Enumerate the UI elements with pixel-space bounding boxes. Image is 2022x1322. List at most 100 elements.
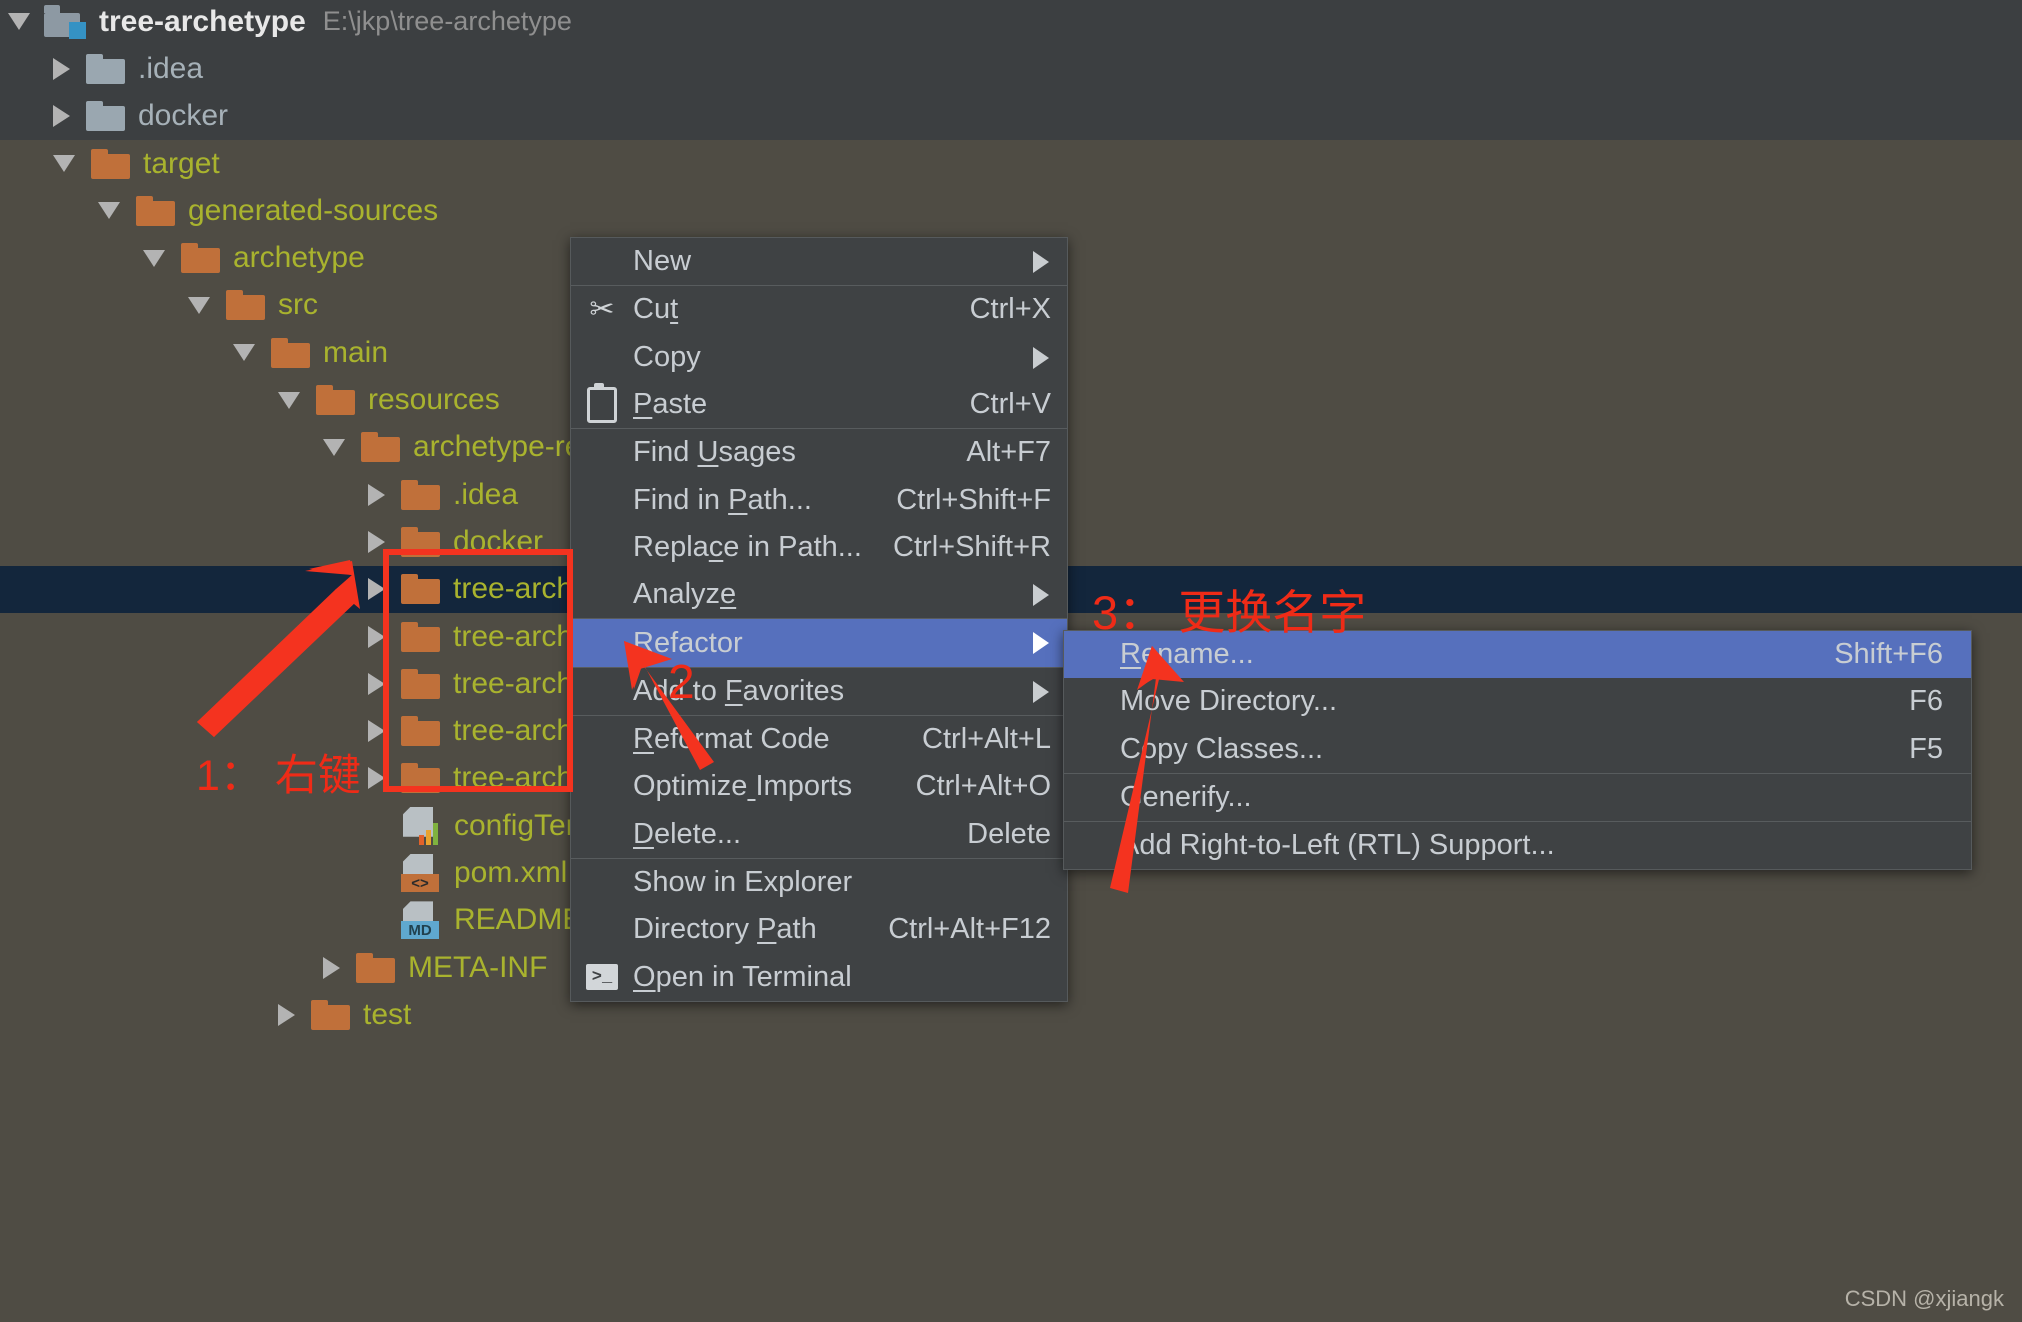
submenu-item[interactable]: Copy Classes... F5 bbox=[1064, 726, 1971, 773]
folder-icon bbox=[316, 385, 355, 416]
menu-icon-slot bbox=[571, 906, 633, 953]
menu-item-label: Add to Favorites bbox=[633, 674, 845, 707]
menu-item-label: Find Usages bbox=[633, 436, 796, 469]
tree-row[interactable]: target bbox=[0, 140, 2022, 187]
tree-row-root[interactable]: tree-archetype E:\jkp\tree-archetype bbox=[0, 0, 2022, 46]
expand-arrow-icon[interactable] bbox=[278, 1003, 295, 1026]
collapse-arrow-icon[interactable] bbox=[53, 155, 75, 173]
menu-icon-slot bbox=[571, 811, 633, 858]
menu-item[interactable]: Add to Favorites bbox=[571, 668, 1067, 715]
properties-file-icon bbox=[401, 806, 441, 845]
submenu-chevron-icon bbox=[1033, 680, 1049, 703]
expand-arrow-icon[interactable] bbox=[53, 105, 70, 128]
menu-item[interactable]: >_ Open in Terminal bbox=[571, 953, 1067, 1000]
menu-icon-slot bbox=[571, 429, 633, 476]
collapse-arrow-icon[interactable] bbox=[143, 249, 165, 267]
submenu-item-label: Rename... bbox=[1120, 638, 1254, 671]
menu-item[interactable]: Refactor bbox=[571, 619, 1067, 667]
terminal-icon: >_ bbox=[571, 953, 633, 1000]
menu-item-shortcut: Ctrl+Alt+F12 bbox=[888, 913, 1051, 946]
folder-icon bbox=[91, 148, 130, 179]
menu-item-label: Analyze bbox=[633, 578, 737, 611]
menu-item[interactable]: Find Usages Alt+F7 bbox=[571, 429, 1067, 476]
menu-item[interactable]: Paste Ctrl+V bbox=[571, 381, 1067, 428]
menu-item-shortcut: Alt+F7 bbox=[966, 436, 1051, 469]
submenu-item[interactable]: Add Right-to-Left (RTL) Support... bbox=[1064, 822, 1971, 869]
submenu-item-shortcut: F5 bbox=[1909, 732, 1943, 765]
refactor-submenu[interactable]: Rename... Shift+F6 Move Directory... F6 Copy… bbox=[1063, 630, 1972, 871]
menu-item[interactable]: Directory Path Ctrl+Alt+F12 bbox=[571, 906, 1067, 953]
menu-item-label: Paste bbox=[633, 388, 708, 421]
menu-item-label: Copy bbox=[633, 340, 701, 373]
collapse-arrow-icon[interactable] bbox=[278, 391, 300, 409]
folder-icon bbox=[361, 432, 400, 463]
watermark: CSDN @xjiangk bbox=[1844, 1286, 2004, 1311]
menu-icon-slot bbox=[571, 238, 633, 285]
submenu-item-label: Add Right-to-Left (RTL) Support... bbox=[1120, 829, 1555, 862]
menu-item[interactable]: Show in Explorer bbox=[571, 859, 1067, 906]
submenu-item[interactable]: Move Directory... F6 bbox=[1064, 678, 1971, 725]
menu-item-label: Delete... bbox=[633, 817, 742, 850]
tree-item-label: src bbox=[278, 288, 318, 322]
menu-item[interactable]: Delete... Delete bbox=[571, 811, 1067, 858]
menu-icon-slot bbox=[571, 668, 633, 715]
menu-item[interactable]: New bbox=[571, 238, 1067, 285]
menu-item-label: Show in Explorer bbox=[633, 866, 853, 898]
tree-row[interactable]: generated-sources bbox=[0, 187, 2022, 234]
menu-item[interactable]: Find in Path... Ctrl+Shift+F bbox=[571, 476, 1067, 523]
expand-arrow-icon[interactable] bbox=[368, 483, 385, 506]
menu-item[interactable]: Copy bbox=[571, 334, 1067, 381]
tree-item-label: main bbox=[323, 335, 389, 369]
tree-root-label: tree-archetype bbox=[99, 4, 306, 38]
folder-icon bbox=[226, 290, 265, 321]
context-menu[interactable]: New ✂ Cut Ctrl+X Copy Paste Ctrl+V Find Usages A… bbox=[570, 237, 1068, 1002]
menu-icon-slot bbox=[571, 334, 633, 381]
ide-project-view: tree-archetype E:\jkp\tree-archetype .idea… bbox=[0, 0, 2022, 1322]
expand-arrow-icon[interactable] bbox=[8, 13, 30, 31]
menu-icon-slot bbox=[571, 763, 633, 810]
folder-icon bbox=[181, 243, 220, 274]
tree-item-label: .idea bbox=[138, 51, 204, 85]
menu-item-shortcut: Ctrl+X bbox=[969, 293, 1051, 326]
folder-icon bbox=[86, 101, 125, 132]
xml-file-icon: <> bbox=[401, 854, 441, 893]
tree-item-label: archetype bbox=[233, 241, 365, 275]
folder-icon bbox=[311, 999, 350, 1030]
markdown-file-icon: MD bbox=[401, 901, 441, 940]
submenu-item-label: Generify... bbox=[1120, 781, 1252, 814]
menu-icon-slot bbox=[571, 859, 633, 906]
menu-item-label: Optimize Imports bbox=[633, 770, 853, 803]
expand-arrow-icon[interactable] bbox=[53, 57, 70, 80]
tree-item-label: docker bbox=[138, 99, 229, 133]
menu-icon-slot bbox=[571, 571, 633, 618]
tree-item-label: resources bbox=[368, 383, 500, 417]
tree-row[interactable]: .idea bbox=[0, 45, 2022, 93]
tree-item-label: META-INF bbox=[408, 950, 548, 984]
module-icon bbox=[44, 4, 86, 39]
menu-item[interactable]: Analyze bbox=[571, 571, 1067, 618]
menu-item-shortcut: Ctrl+V bbox=[969, 388, 1051, 421]
submenu-item[interactable]: Generify... bbox=[1064, 774, 1971, 821]
collapse-arrow-icon[interactable] bbox=[323, 438, 345, 456]
menu-item-shortcut: Ctrl+Alt+L bbox=[922, 723, 1051, 756]
tree-item-label: pom.xml bbox=[454, 856, 568, 890]
menu-item-shortcut: Ctrl+Shift+F bbox=[896, 483, 1051, 516]
collapse-arrow-icon[interactable] bbox=[98, 202, 120, 220]
menu-item[interactable]: ✂ Cut Ctrl+X bbox=[571, 286, 1067, 333]
annotation-step-2: 2 bbox=[668, 656, 695, 709]
tree-item-label: generated-sources bbox=[188, 193, 439, 227]
scissors-icon: ✂ bbox=[589, 292, 615, 326]
folder-icon bbox=[136, 195, 175, 226]
submenu-chevron-icon bbox=[1033, 251, 1049, 273]
menu-item-label: Find in Path... bbox=[633, 483, 812, 516]
tree-row[interactable]: docker bbox=[0, 92, 2022, 140]
collapse-arrow-icon[interactable] bbox=[188, 296, 210, 314]
menu-item-label: Open in Terminal bbox=[633, 960, 852, 993]
submenu-item-shortcut: F6 bbox=[1909, 685, 1943, 718]
submenu-chevron-icon bbox=[1033, 632, 1049, 655]
menu-item[interactable]: Replace in Path... Ctrl+Shift+R bbox=[571, 524, 1067, 571]
menu-item[interactable]: Optimize Imports Ctrl+Alt+O bbox=[571, 763, 1067, 810]
menu-item[interactable]: Reformat Code Ctrl+Alt+L bbox=[571, 716, 1067, 763]
expand-arrow-icon[interactable] bbox=[323, 956, 340, 979]
collapse-arrow-icon[interactable] bbox=[233, 344, 255, 362]
